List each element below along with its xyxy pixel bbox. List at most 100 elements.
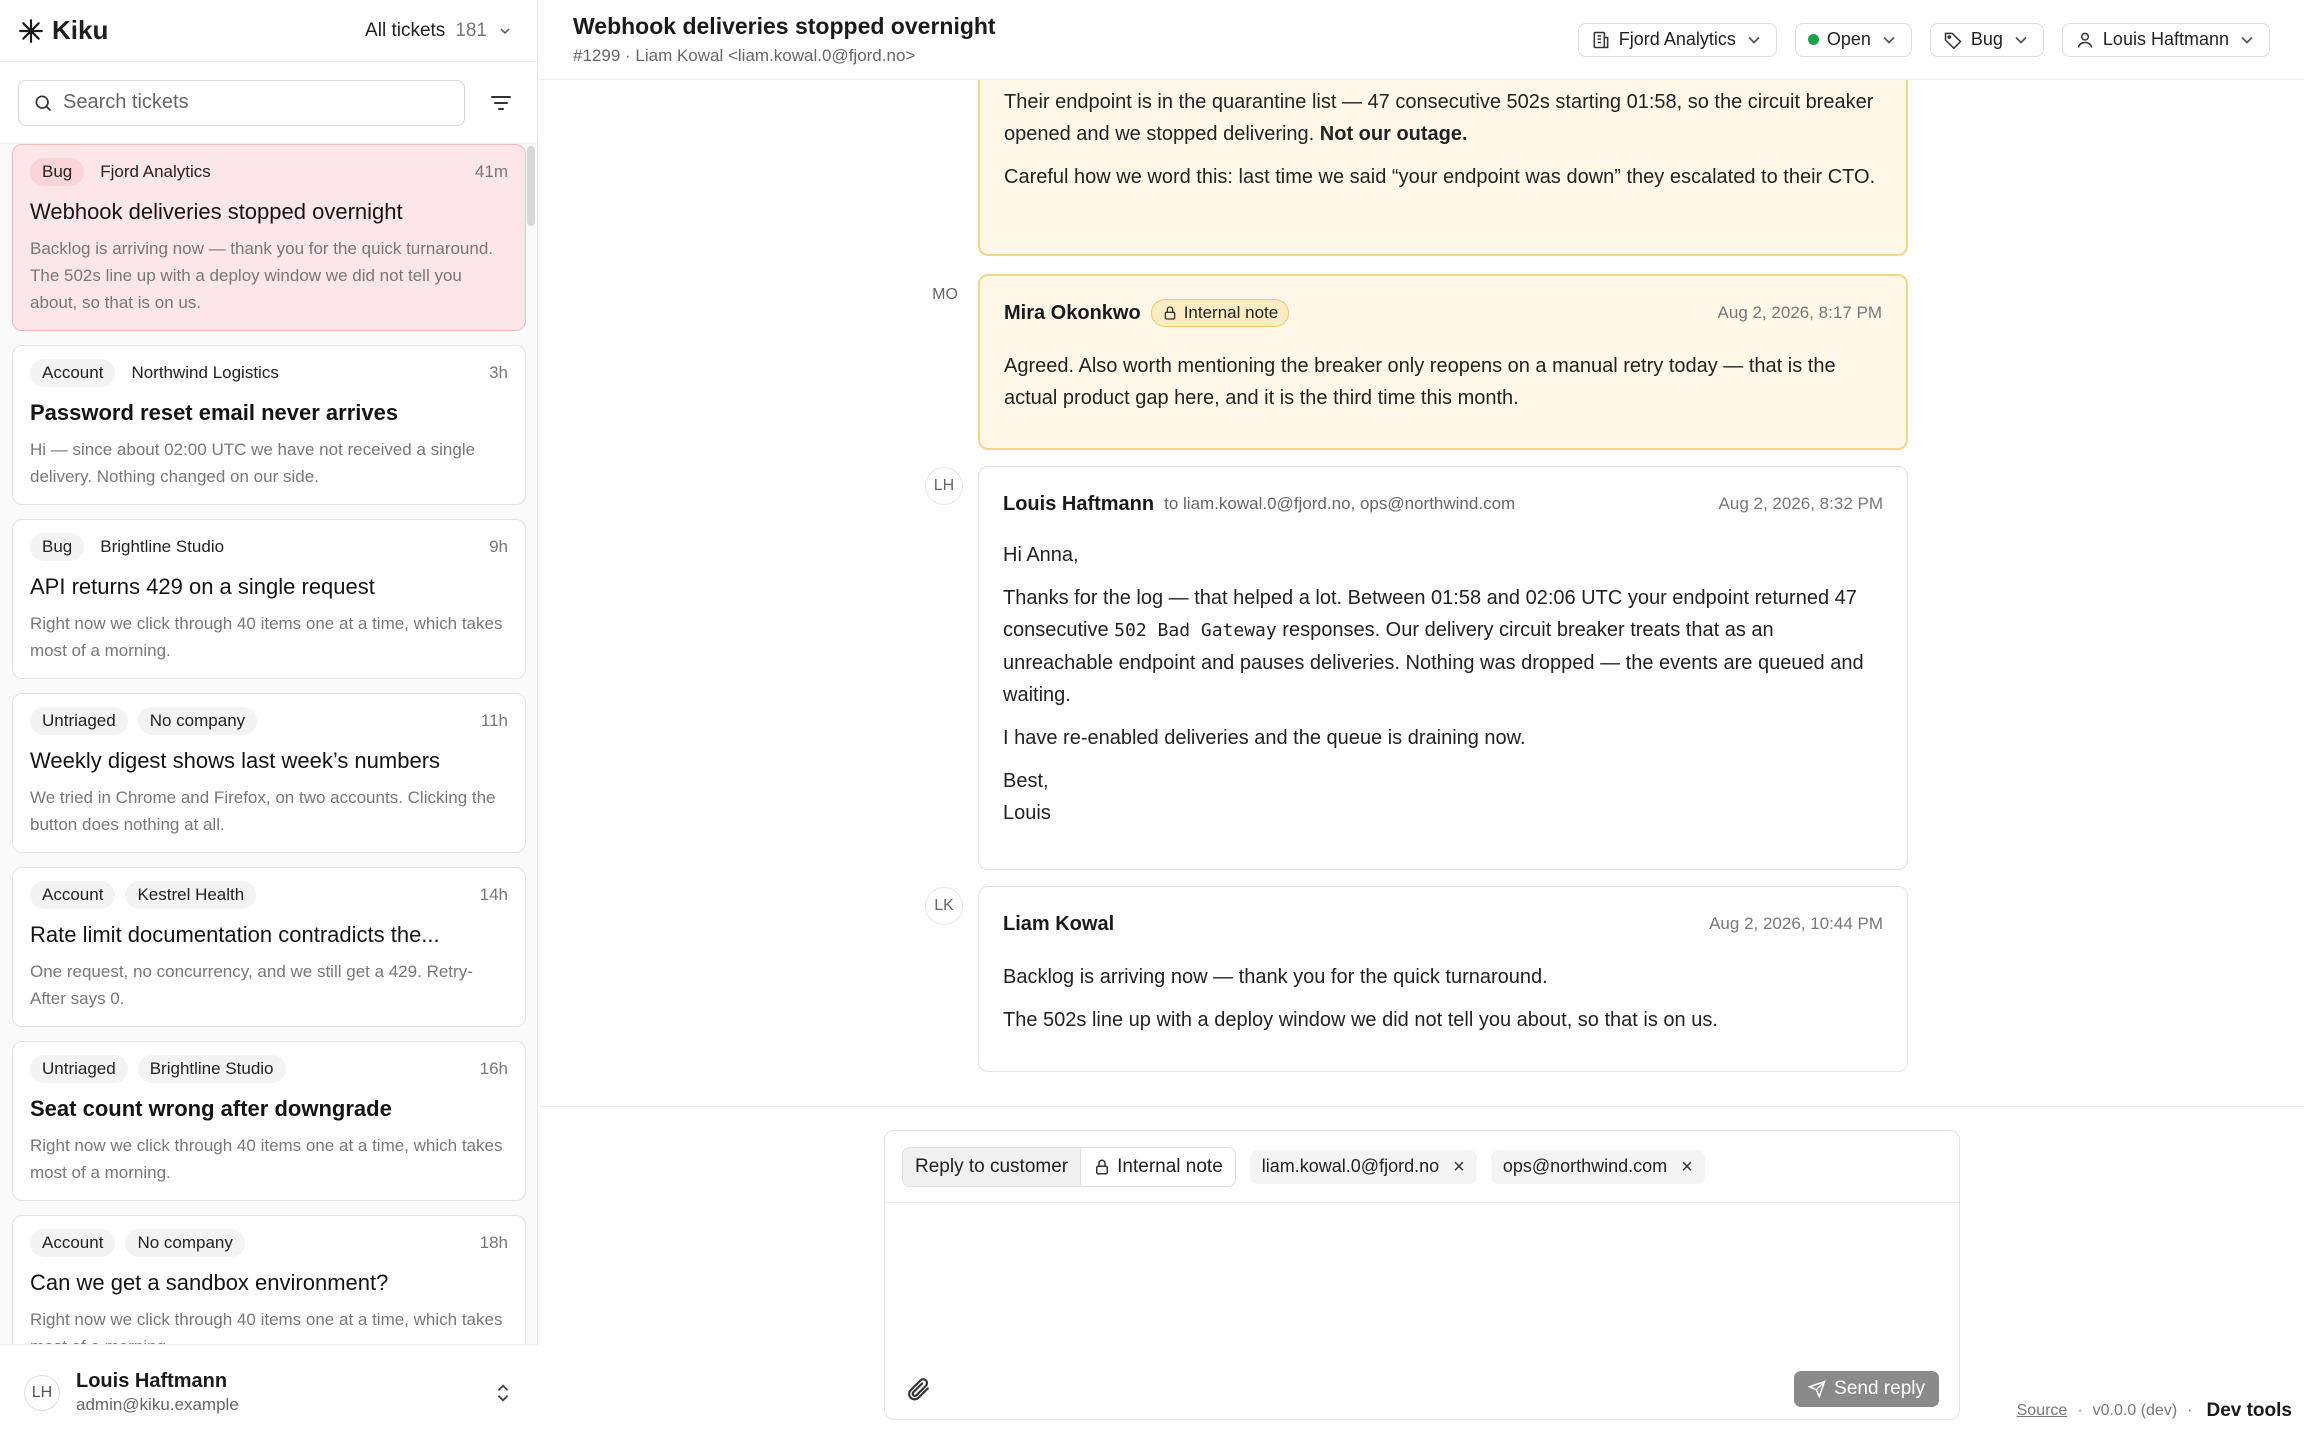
message-emphasis: Not our outage.: [1319, 123, 1468, 145]
ticket-card[interactable]: Account Northwind Logistics 3h Password re…: [12, 345, 526, 505]
assignee-dropdown[interactable]: Louis Haftmann: [2061, 22, 2270, 57]
search-box[interactable]: [18, 79, 465, 126]
ticket-scope-dropdown[interactable]: All tickets 181: [365, 20, 513, 42]
message-date: Aug 2, 2026, 8:17 PM: [1717, 303, 1882, 322]
assignee-label: Louis Haftmann: [2102, 29, 2229, 49]
chevron-down-icon: [1883, 36, 1895, 44]
filter-icon: [491, 95, 511, 110]
search-icon: [35, 95, 52, 111]
ticket-card[interactable]: Account No company 18h Can we get a sandbo…: [12, 1215, 526, 1344]
reply-mode-toggle: Reply to customer Internal note: [902, 1146, 1236, 1187]
ticket-time: 9h: [489, 537, 508, 556]
ticket-title: Webhook deliveries stopped overnight: [30, 199, 403, 224]
sidebar-header: Kiku All tickets 181: [0, 0, 537, 62]
avatar: LH: [925, 467, 963, 505]
ticket-company: No company: [137, 707, 258, 735]
ticket-tag: Account: [30, 1229, 116, 1257]
ticket-title: API returns 429 on a single request: [30, 574, 375, 599]
version-label: v0.0.0 (dev): [2092, 1402, 2178, 1419]
message-thread: Their endpoint is in the quarantine list…: [539, 80, 2304, 1106]
ticket-card[interactable]: Untriaged Brightline Studio 16h Seat count…: [12, 1041, 526, 1201]
user-menu[interactable]: LH Louis Haftmann admin@kiku.example: [0, 1344, 538, 1440]
send-reply-button[interactable]: Send reply: [1794, 1371, 1939, 1407]
message-paragraph: The 502s line up with a deploy window we…: [1003, 1009, 1718, 1031]
message-author: Louis Haftmann: [1003, 492, 1155, 515]
dev-tools-button[interactable]: Dev tools: [2206, 1400, 2292, 1422]
ticket-company: No company: [125, 1229, 245, 1257]
brand[interactable]: Kiku: [18, 15, 108, 46]
ticket-preview: Right now we click through 40 items one …: [30, 1310, 503, 1344]
ticket-card[interactable]: Untriaged No company 11h Weekly digest sho…: [12, 693, 526, 853]
ticket-preview: Backlog is arriving now — thank you for …: [30, 239, 494, 312]
ticket-tag: Account: [30, 359, 116, 387]
ticket-time: 16h: [479, 1059, 508, 1078]
message-date: Aug 2, 2026, 10:44 PM: [1709, 914, 1883, 933]
send-icon: [1808, 1380, 1826, 1398]
reply-textarea[interactable]: [885, 1203, 1959, 1361]
chevron-down-icon: [2015, 36, 2027, 44]
scope-count: 181: [455, 19, 487, 41]
status-label: Open: [1826, 29, 1871, 49]
message-recipients: to liam.kowal.0@fjord.no, ops@northwind.…: [1164, 494, 1516, 513]
footer-links: Source · v0.0.0 (dev) · Dev tools: [2017, 1400, 2292, 1422]
divider: [539, 1106, 2304, 1107]
ticket-preview: We tried in Chrome and Firefox, on two a…: [30, 788, 496, 834]
ticket-card[interactable]: Bug Brightline Studio 9h API returns 429 o…: [12, 519, 526, 679]
ticket-card[interactable]: Bug Fjord Analytics 41m Webhook deliveries…: [12, 144, 526, 331]
company-dropdown[interactable]: Fjord Analytics: [1577, 22, 1777, 57]
ticket-preview: Right now we click through 40 items one …: [30, 614, 503, 660]
remove-recipient-icon[interactable]: ×: [1681, 1157, 1693, 1177]
ticket-company: Northwind Logistics: [131, 363, 279, 382]
status-dot-icon: [1807, 34, 1819, 45]
ticket-preview: Hi — since about 02:00 UTC we have not r…: [30, 440, 476, 486]
filter-button[interactable]: [483, 85, 519, 121]
reply-to-customer-tab[interactable]: Reply to customer: [903, 1147, 1082, 1186]
message-paragraph: Thanks for the log — that helped a lot. …: [1003, 582, 1883, 711]
ticket-company: Fjord Analytics: [100, 162, 211, 181]
chevron-updown-icon: [497, 1383, 509, 1402]
ticket-time: 11h: [480, 711, 508, 730]
reply-message: LH Louis Haftmann to liam.kowal.0@fjord.…: [925, 466, 1908, 870]
building-icon: [1593, 31, 1609, 48]
message-paragraph: I have re-enabled deliveries and the que…: [1003, 727, 1526, 749]
ticket-title: Rate limit documentation contradicts the…: [30, 922, 440, 947]
status-dropdown[interactable]: Open: [1794, 22, 1912, 57]
chevron-down-icon: [1748, 36, 1760, 44]
chevron-down-icon: [500, 27, 510, 34]
ticket-title: Password reset email never arrives: [30, 400, 399, 425]
ticket-title: Can we get a sandbox environment?: [30, 1270, 389, 1295]
message-paragraph: Hi Anna,: [1003, 544, 1079, 566]
ticket-subtitle: #1299 · Liam Kowal <liam.kowal.0@fjord.n…: [573, 46, 916, 65]
internal-note-message: Their endpoint is in the quarantine list…: [978, 80, 1908, 256]
message-paragraph: Agreed. Also worth mentioning the breake…: [1004, 355, 1836, 409]
recipient-chip: ops@northwind.com ×: [1490, 1149, 1705, 1184]
app-name: Kiku: [52, 15, 109, 45]
ticket-card[interactable]: Account Kestrel Health 14h Rate limit docu…: [12, 867, 526, 1027]
recipient-chip: liam.kowal.0@fjord.no ×: [1249, 1149, 1477, 1184]
message-author: Mira Okonkwo: [1004, 301, 1141, 324]
message-paragraph: Backlog is arriving now — thank you for …: [1003, 966, 1548, 988]
lock-icon: [1164, 306, 1176, 320]
avatar: MO: [926, 276, 964, 314]
message-paragraph: Careful how we word this: last time we s…: [1004, 166, 1876, 188]
separator: ·: [2187, 1402, 2193, 1419]
remove-recipient-icon[interactable]: ×: [1453, 1157, 1465, 1177]
type-dropdown[interactable]: Bug: [1929, 22, 2044, 57]
customer-message: LK Liam Kowal Aug 2, 2026, 10:44 PM Back…: [925, 886, 1908, 1072]
internal-note-message: MO Mira Okonkwo Internal note Aug 2, 202…: [926, 274, 1908, 450]
ticket-title: Weekly digest shows last week’s numbers: [30, 748, 441, 773]
badge-label: Internal note: [1183, 303, 1279, 322]
ticket-detail: Webhook deliveries stopped overnight #12…: [539, 0, 2304, 1440]
asterisk-logo-icon: [19, 18, 43, 43]
internal-note-tab[interactable]: Internal note: [1081, 1148, 1235, 1186]
source-link[interactable]: Source: [2017, 1402, 2068, 1420]
ticket-preview: One request, no concurrency, and we stil…: [30, 962, 473, 1008]
search-input[interactable]: [63, 91, 450, 114]
ticket-tag: Account: [30, 881, 116, 909]
paperclip-icon[interactable]: [905, 1376, 931, 1402]
send-label: Send reply: [1834, 1378, 1925, 1399]
ticket-list-scrollbar[interactable]: [527, 146, 535, 226]
tab-label: Internal note: [1117, 1155, 1223, 1177]
sidebar: Kiku All tickets 181 Bug Fjord Analytics 4…: [0, 0, 538, 1440]
ticket-title: Seat count wrong after downgrade: [30, 1096, 392, 1121]
